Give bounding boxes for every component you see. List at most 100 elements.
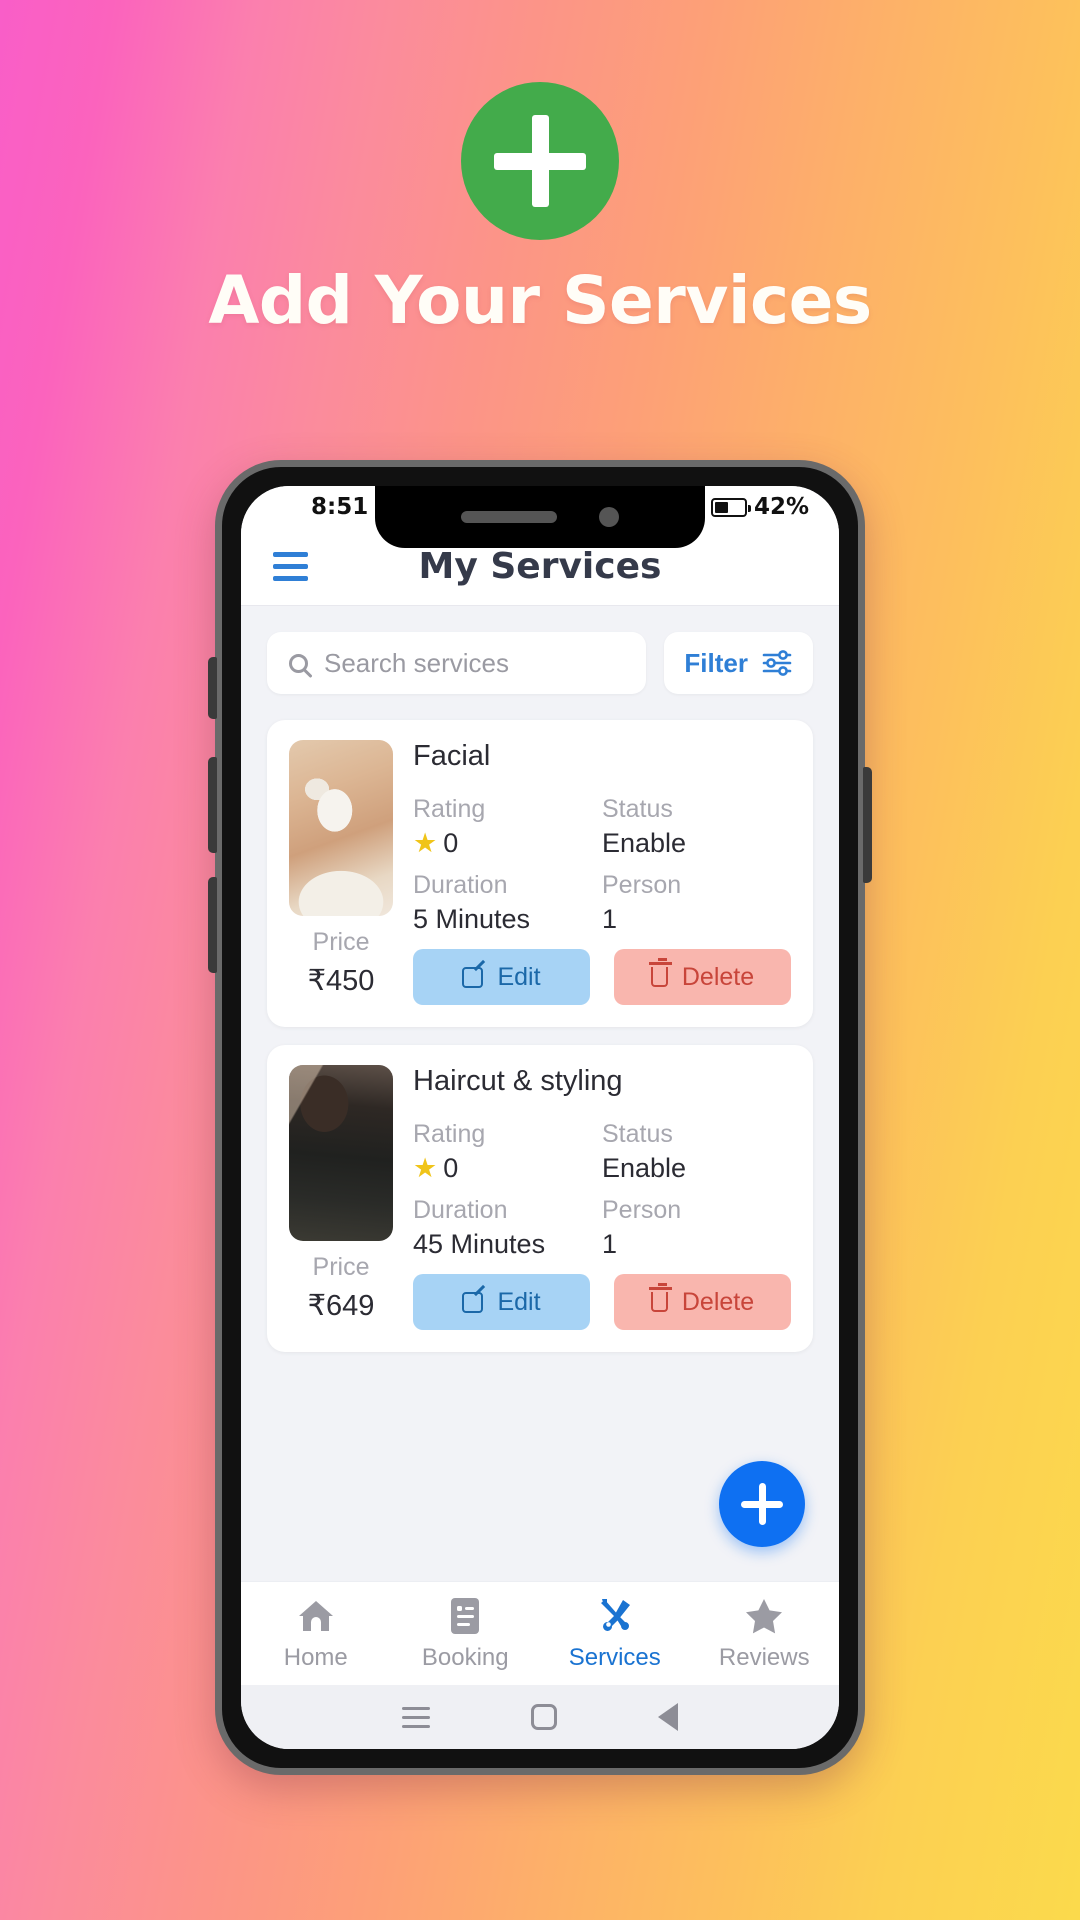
trash-icon	[648, 958, 672, 987]
service-name: Facial	[413, 740, 491, 772]
bottom-navigation: Home Booking Services Reviews	[241, 1581, 839, 1685]
document-icon	[448, 1595, 482, 1637]
haircut-photo	[289, 1065, 393, 1241]
nav-label-reviews: Reviews	[718, 1644, 810, 1671]
status-value: Enable	[602, 1153, 687, 1183]
status-label: Status	[602, 1120, 673, 1148]
price-value: ₹649	[307, 1290, 375, 1322]
search-input[interactable]: Search services	[267, 632, 647, 694]
service-image	[289, 740, 393, 916]
status-bar-time: 8:51	[311, 494, 369, 520]
nav-item-reviews[interactable]: Reviews	[690, 1595, 840, 1672]
star-icon: ★	[413, 1153, 438, 1183]
service-name: Haircut & styling	[413, 1065, 623, 1097]
recents-icon[interactable]	[401, 1706, 430, 1728]
back-triangle-icon[interactable]	[658, 1703, 679, 1731]
duration-value: 45 Minutes	[413, 1229, 546, 1259]
service-card[interactable]: Price ₹450 Facial Rating Status ★ 0 Enab…	[267, 720, 813, 1027]
status-bar-right: 42%	[710, 494, 809, 520]
rating-label: Rating	[413, 1120, 486, 1148]
phone-silent-switch	[208, 657, 217, 719]
delete-button[interactable]: Delete	[614, 949, 791, 1005]
page-title: My Services	[418, 546, 662, 587]
tools-icon	[594, 1595, 636, 1637]
add-service-fab[interactable]	[719, 1461, 805, 1547]
service-thumb-column: Price ₹450	[289, 740, 393, 1005]
duration-value: 5 Minutes	[413, 904, 531, 934]
search-icon	[289, 653, 308, 673]
nav-label-booking: Booking	[421, 1644, 509, 1671]
rating-number: 0	[443, 828, 459, 858]
trash-icon	[648, 1283, 672, 1312]
service-actions: Edit Delete	[413, 1274, 791, 1330]
pencil-icon	[462, 966, 484, 988]
tune-sliders-icon	[762, 650, 792, 676]
star-icon	[743, 1595, 785, 1637]
service-image	[289, 1065, 393, 1241]
home-square-icon[interactable]	[530, 1704, 557, 1730]
services-content: Search services Filter Price ₹450 Facial…	[241, 606, 839, 1581]
pencil-icon	[462, 1291, 484, 1313]
promo-header: Add Your Services	[0, 0, 1080, 380]
duration-label: Duration	[413, 1196, 508, 1224]
search-placeholder: Search services	[324, 647, 509, 678]
service-details: Haircut & styling Rating Status ★ 0 Enab…	[413, 1065, 791, 1330]
person-label: Person	[602, 871, 682, 899]
nav-label-home: Home	[283, 1644, 348, 1671]
search-row: Search services Filter	[241, 606, 839, 702]
phone-power-button	[863, 767, 872, 883]
phone-volume-up-button	[208, 757, 217, 853]
edit-button[interactable]: Edit	[413, 949, 590, 1005]
duration-label: Duration	[413, 871, 508, 899]
person-value: 1	[602, 904, 618, 934]
delete-button-label: Delete	[681, 1287, 755, 1316]
phone-frame: 8:51 42% My Services Search services Fil…	[208, 460, 872, 1775]
service-details: Facial Rating Status ★ 0 Enable Duration…	[413, 740, 791, 1005]
edit-button-label: Edit	[497, 962, 541, 991]
status-value: Enable	[602, 828, 687, 858]
facial-photo	[289, 740, 393, 916]
price-value: ₹450	[307, 965, 375, 997]
rating-value: ★ 0	[413, 1153, 602, 1184]
promo-title: Add Your Services	[208, 262, 872, 339]
service-attributes: Rating Status ★ 0 Enable Duration Person…	[413, 1112, 791, 1260]
rating-value: ★ 0	[413, 828, 602, 859]
delete-button[interactable]: Delete	[614, 1274, 791, 1330]
price-label: Price	[312, 1253, 370, 1281]
filter-button[interactable]: Filter	[664, 632, 813, 694]
home-icon	[296, 1595, 336, 1637]
status-bar: 8:51 42%	[241, 486, 839, 548]
android-navigation-bar	[241, 1685, 839, 1749]
price-label: Price	[312, 928, 370, 956]
service-actions: Edit Delete	[413, 949, 791, 1005]
nav-item-booking[interactable]: Booking	[391, 1595, 541, 1672]
front-camera	[599, 507, 619, 527]
delete-button-label: Delete	[681, 962, 755, 991]
earpiece-speaker	[461, 511, 557, 523]
plus-icon-vertical	[758, 1483, 766, 1525]
filter-button-label: Filter	[684, 647, 748, 678]
status-label: Status	[602, 795, 673, 823]
phone-screen: 8:51 42% My Services Search services Fil…	[241, 486, 839, 1749]
star-icon: ★	[413, 828, 438, 858]
nav-item-services[interactable]: Services	[540, 1595, 690, 1672]
rating-label: Rating	[413, 795, 486, 823]
service-card[interactable]: Price ₹649 Haircut & styling Rating Stat…	[267, 1045, 813, 1352]
nav-item-home[interactable]: Home	[241, 1595, 391, 1672]
service-attributes: Rating Status ★ 0 Enable Duration Person…	[413, 787, 791, 935]
edit-button-label: Edit	[497, 1287, 541, 1316]
nav-label-services: Services	[568, 1644, 661, 1671]
person-label: Person	[602, 1196, 682, 1224]
phone-notch	[375, 486, 705, 548]
phone-volume-down-button	[208, 877, 217, 973]
hamburger-menu-icon[interactable]	[273, 552, 308, 581]
edit-button[interactable]: Edit	[413, 1274, 590, 1330]
battery-icon	[710, 497, 751, 517]
service-thumb-column: Price ₹649	[289, 1065, 393, 1330]
plus-badge	[461, 82, 619, 240]
plus-icon-vertical	[531, 115, 549, 207]
battery-fill	[714, 501, 729, 513]
rating-number: 0	[443, 1153, 459, 1183]
battery-percent-label: 42%	[753, 494, 809, 520]
person-value: 1	[602, 1229, 618, 1259]
